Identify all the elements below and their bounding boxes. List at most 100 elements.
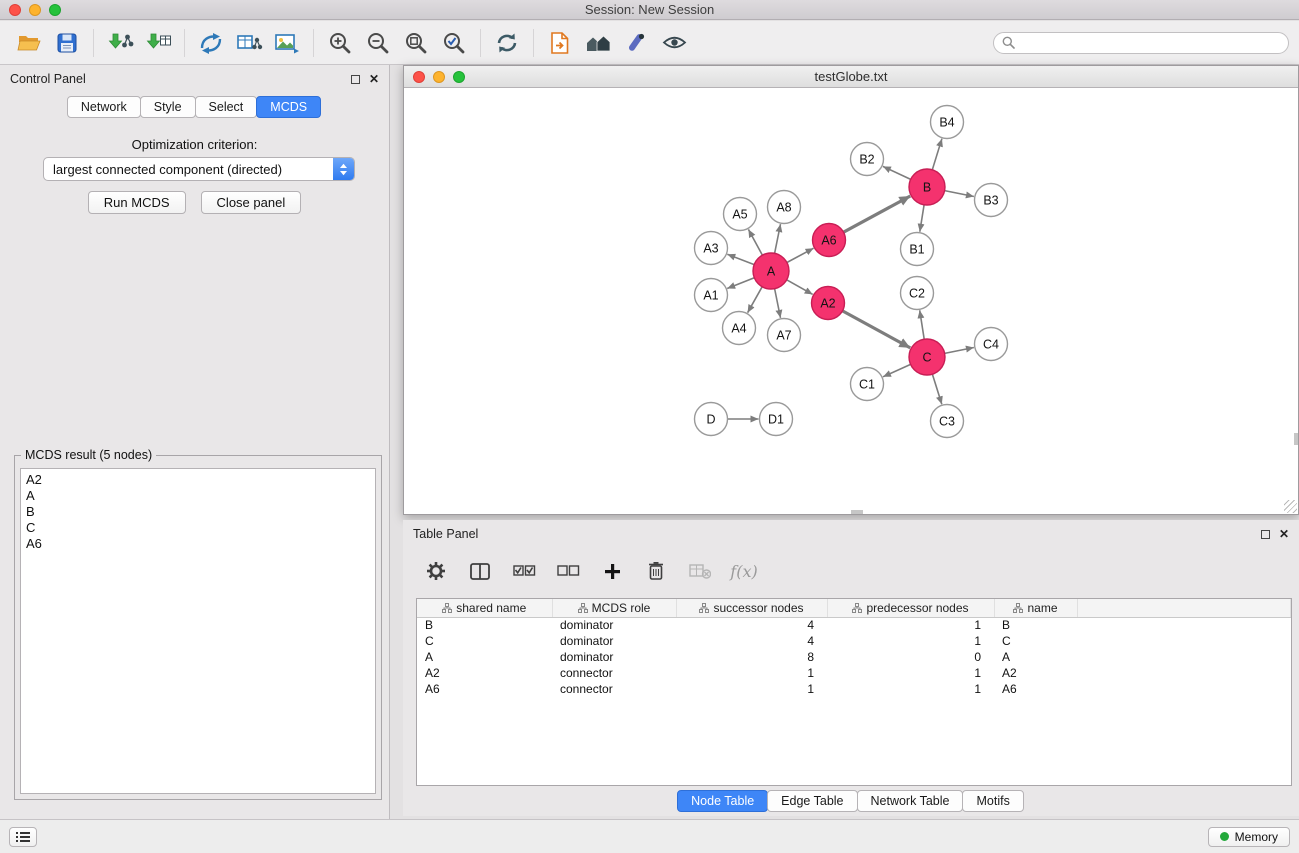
- node-A7[interactable]: A7: [768, 319, 801, 352]
- table-cell[interactable]: 1: [827, 681, 994, 697]
- horizontal-scrollbar[interactable]: [851, 510, 863, 514]
- node-B[interactable]: B: [909, 169, 945, 205]
- zoom-fit-button[interactable]: [397, 25, 435, 61]
- node-A4[interactable]: A4: [723, 312, 756, 345]
- close-window-button[interactable]: [9, 4, 21, 16]
- table-cell[interactable]: dominator: [552, 649, 676, 665]
- network-canvas[interactable]: B4B2BB3A5A8A6B1A3AC2A1A2A4A7C4CC1C3DD1: [404, 88, 1298, 514]
- tab-network-table[interactable]: Network Table: [857, 790, 964, 812]
- node-C1[interactable]: C1: [851, 368, 884, 401]
- table-cell[interactable]: dominator: [552, 617, 676, 633]
- table-cell[interactable]: C: [417, 633, 552, 649]
- close-table-panel-icon[interactable]: ✕: [1279, 528, 1289, 540]
- table-cell[interactable]: 1: [676, 681, 827, 697]
- table-cell[interactable]: connector: [552, 665, 676, 681]
- table-row[interactable]: A2connector11A2: [417, 665, 1291, 681]
- tab-style[interactable]: Style: [140, 96, 196, 118]
- result-item[interactable]: B: [21, 504, 375, 520]
- table-cell[interactable]: connector: [552, 681, 676, 697]
- result-item[interactable]: A6: [21, 536, 375, 552]
- float-panel-icon[interactable]: [351, 75, 360, 84]
- vertical-scrollbar[interactable]: [1294, 433, 1298, 445]
- minimize-network-window-button[interactable]: [433, 71, 445, 83]
- table-cell[interactable]: B: [417, 617, 552, 633]
- result-item[interactable]: A: [21, 488, 375, 504]
- tab-motifs[interactable]: Motifs: [962, 790, 1023, 812]
- add-column-button[interactable]: [597, 555, 627, 587]
- memory-button[interactable]: Memory: [1208, 827, 1290, 847]
- close-panel-icon[interactable]: ✕: [369, 73, 379, 85]
- show-columns-button[interactable]: [465, 555, 495, 587]
- import-table-button[interactable]: [139, 25, 177, 61]
- task-history-button[interactable]: [9, 827, 37, 847]
- edge-C-C4[interactable]: [945, 348, 974, 354]
- table-cell[interactable]: A6: [994, 681, 1077, 697]
- column-header-mcds-role[interactable]: MCDS role: [552, 599, 676, 617]
- column-header-name[interactable]: name: [994, 599, 1077, 617]
- table-cell[interactable]: A2: [994, 665, 1077, 681]
- table-cell[interactable]: dominator: [552, 633, 676, 649]
- node-B2[interactable]: B2: [851, 143, 884, 176]
- style-wand-button[interactable]: [617, 25, 655, 61]
- node-D[interactable]: D: [695, 403, 728, 436]
- open-session-button[interactable]: [10, 25, 48, 61]
- node-D1[interactable]: D1: [760, 403, 793, 436]
- table-cell[interactable]: 0: [827, 649, 994, 665]
- edge-A-A5[interactable]: [748, 229, 762, 255]
- search-input[interactable]: [1020, 36, 1280, 50]
- table-cell[interactable]: 1: [827, 665, 994, 681]
- show-hide-button[interactable]: [655, 25, 693, 61]
- zoom-network-window-button[interactable]: [453, 71, 465, 83]
- edge-A-A6[interactable]: [787, 248, 814, 262]
- edge-B-B3[interactable]: [945, 191, 974, 197]
- node-A5[interactable]: A5: [724, 198, 757, 231]
- tab-mcds[interactable]: MCDS: [256, 96, 321, 118]
- table-cell[interactable]: B: [994, 617, 1077, 633]
- table-cell[interactable]: 8: [676, 649, 827, 665]
- open-report-button[interactable]: [541, 25, 579, 61]
- edge-A-A2[interactable]: [787, 280, 813, 295]
- network-arrows-button[interactable]: [192, 25, 230, 61]
- node-A2[interactable]: A2: [812, 287, 845, 320]
- table-cell[interactable]: C: [994, 633, 1077, 649]
- result-item[interactable]: A2: [21, 472, 375, 488]
- export-image-button[interactable]: [268, 25, 306, 61]
- function-builder-button[interactable]: f(x): [729, 555, 759, 587]
- node-B1[interactable]: B1: [901, 233, 934, 266]
- node-A3[interactable]: A3: [695, 232, 728, 265]
- edge-A-A7[interactable]: [775, 289, 781, 318]
- table-cell[interactable]: A2: [417, 665, 552, 681]
- save-session-button[interactable]: [48, 25, 86, 61]
- close-panel-button[interactable]: Close panel: [201, 191, 302, 214]
- node-A6[interactable]: A6: [813, 224, 846, 257]
- edge-C-C1[interactable]: [883, 364, 911, 376]
- deselect-all-rows-button[interactable]: [553, 555, 583, 587]
- edge-A6-B[interactable]: [844, 196, 911, 232]
- edge-C-C2[interactable]: [920, 310, 925, 339]
- table-row[interactable]: Adominator80A: [417, 649, 1291, 665]
- column-header-shared-name[interactable]: shared name: [417, 599, 552, 617]
- table-cell[interactable]: 1: [827, 633, 994, 649]
- node-C4[interactable]: C4: [975, 328, 1008, 361]
- refresh-button[interactable]: [488, 25, 526, 61]
- tab-network[interactable]: Network: [67, 96, 141, 118]
- table-cell[interactable]: 1: [827, 617, 994, 633]
- float-table-panel-icon[interactable]: [1261, 530, 1270, 539]
- minimize-window-button[interactable]: [29, 4, 41, 16]
- edge-C-C3[interactable]: [932, 374, 941, 404]
- node-C[interactable]: C: [909, 339, 945, 375]
- node-A[interactable]: A: [753, 253, 789, 289]
- delete-column-button[interactable]: [641, 555, 671, 587]
- zoom-selected-button[interactable]: [435, 25, 473, 61]
- run-mcds-button[interactable]: Run MCDS: [88, 191, 186, 214]
- tab-node-table[interactable]: Node Table: [677, 790, 768, 812]
- select-all-rows-button[interactable]: [509, 555, 539, 587]
- zoom-window-button[interactable]: [49, 4, 61, 16]
- import-network-button[interactable]: [101, 25, 139, 61]
- zoom-in-button[interactable]: [321, 25, 359, 61]
- search-box[interactable]: [993, 32, 1289, 54]
- edge-B-B4[interactable]: [932, 139, 942, 170]
- home-button[interactable]: [579, 25, 617, 61]
- table-row[interactable]: A6connector11A6: [417, 681, 1291, 697]
- close-network-window-button[interactable]: [413, 71, 425, 83]
